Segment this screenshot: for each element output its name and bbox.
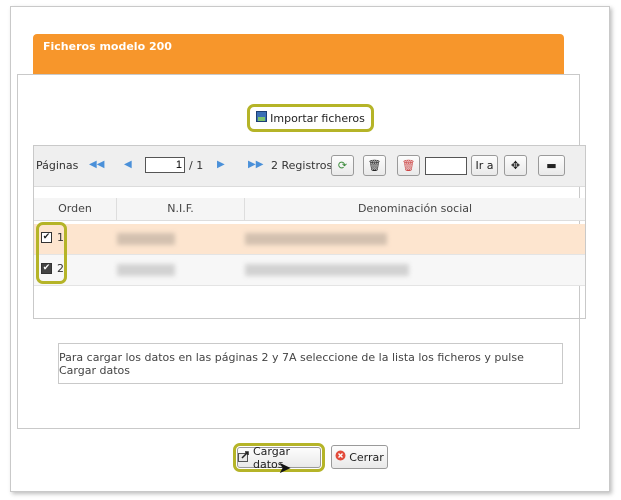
- page-number-input[interactable]: [145, 157, 185, 173]
- column-header-orden: Orden: [58, 202, 92, 215]
- grid-header: Orden N.I.F. Denominación social: [34, 198, 585, 221]
- last-page-icon[interactable]: ▶▶: [248, 159, 263, 170]
- goto-button[interactable]: Ir a: [471, 155, 498, 176]
- delete-button[interactable]: 🗑: [363, 155, 386, 176]
- pages-label: Páginas: [36, 159, 79, 172]
- move-icon: ✥: [510, 159, 521, 172]
- records-count: 2 Registros: [271, 159, 333, 172]
- import-files-button[interactable]: Importar ficheros: [252, 109, 369, 127]
- delete-all-button[interactable]: 🗑: [397, 155, 420, 176]
- instructions-text: Para cargar los datos en las páginas 2 y…: [59, 350, 524, 377]
- redacted-nif: [117, 233, 175, 245]
- goto-label: Ir a: [475, 159, 494, 172]
- checkbox-highlight: [36, 222, 67, 284]
- close-label: Cerrar: [349, 450, 384, 464]
- instructions-box: Para cargar los datos en las páginas 2 y…: [58, 343, 563, 384]
- goto-input[interactable]: [425, 157, 467, 175]
- prev-page-icon[interactable]: ◀: [124, 159, 132, 170]
- import-files-label: Importar ficheros: [270, 111, 365, 125]
- redacted-denominacion: [245, 264, 409, 276]
- refresh-button[interactable]: ⟳: [331, 155, 354, 176]
- mouse-cursor-icon: ➤: [278, 458, 292, 477]
- close-button[interactable]: Cerrar: [331, 445, 388, 469]
- trash-icon: 🗑: [367, 159, 382, 172]
- minimize-button[interactable]: ▬: [538, 155, 565, 176]
- column-header-denominacion: Denominación social: [357, 202, 473, 215]
- next-page-icon[interactable]: ▶: [217, 159, 225, 170]
- import-icon: [256, 111, 268, 125]
- total-pages: / 1: [189, 159, 204, 172]
- dialog-title: Ficheros modelo 200: [43, 40, 172, 53]
- refresh-icon: ⟳: [337, 159, 348, 172]
- load-data-icon: [238, 450, 250, 465]
- dialog-title-bar: Ficheros modelo 200: [33, 34, 564, 74]
- close-icon: [335, 450, 346, 464]
- grid-toolbar: Páginas ◀◀ ◀ / 1 ▶ ▶▶ 2 Registros ⟳ 🗑 🗑 …: [34, 146, 585, 187]
- files-grid: Páginas ◀◀ ◀ / 1 ▶ ▶▶ 2 Registros ⟳ 🗑 🗑 …: [33, 145, 586, 319]
- minimize-icon: ▬: [546, 159, 557, 172]
- table-row[interactable]: ✔ 1: [34, 224, 585, 255]
- move-button[interactable]: ✥: [504, 155, 527, 176]
- table-row[interactable]: ✔ 2: [34, 255, 585, 286]
- trash-red-icon: 🗑: [401, 159, 416, 172]
- column-header-nif: N.I.F.: [167, 202, 194, 215]
- redacted-denominacion: [245, 233, 387, 245]
- first-page-icon[interactable]: ◀◀: [89, 159, 104, 170]
- import-highlight: Importar ficheros: [247, 104, 374, 132]
- redacted-nif: [117, 264, 175, 276]
